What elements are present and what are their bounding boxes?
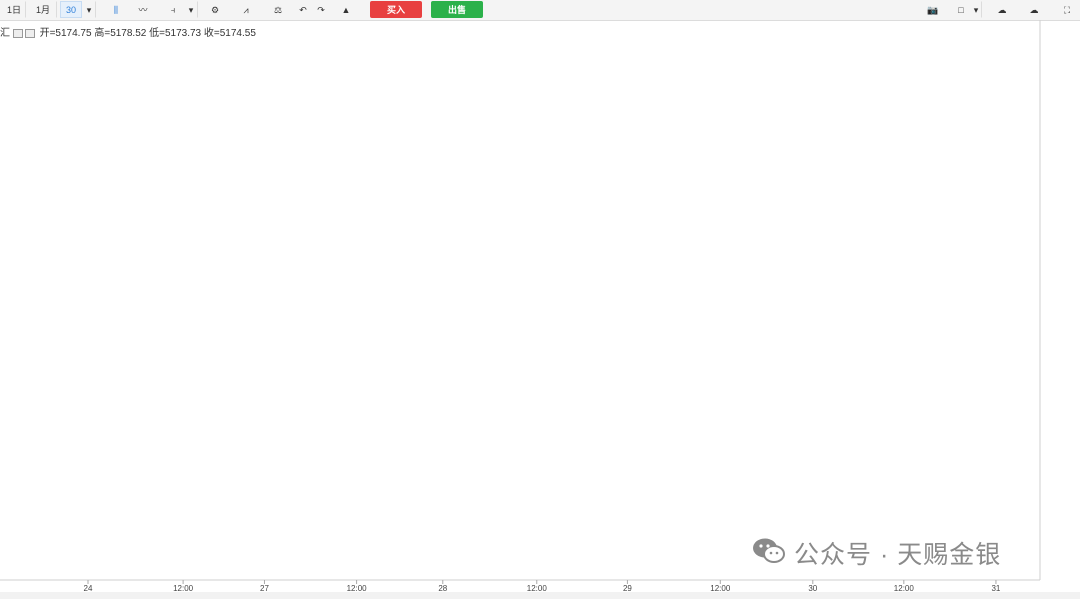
watermark-text: 公众号 · 天赐金银 [794,541,1002,569]
balance-icon[interactable]: ⚖ [268,1,288,18]
price-chart[interactable]: 2412:002712:002812:002912:003012:0031517… [0,20,1080,599]
x-tick-label: 12:00 [894,584,915,593]
compare-icon[interactable]: ⩘ [236,1,256,18]
buy-button[interactable]: 买入 [370,1,422,18]
interval-selector[interactable]: 30 [60,1,82,18]
alert-icon[interactable]: ▲ [337,1,355,18]
period-1d-button[interactable]: 1日 [2,1,26,18]
watermark: 公众号 · 天赐金银 [752,537,1001,573]
x-tick-label: 12:00 [347,584,368,593]
layout-dropdown-icon[interactable]: ▾ [970,1,982,18]
fullscreen-icon[interactable]: ⛶ [1058,1,1076,18]
cloud-download-icon[interactable]: ☁ [1022,1,1046,18]
layout-icon[interactable]: □ [952,1,970,18]
indicator-icon[interactable]: ⫞ [164,1,182,18]
x-tick-label: 12:00 [527,584,548,593]
settings-icon[interactable]: ⚙ [206,1,224,18]
wechat-icon [752,537,786,575]
x-tick-label: 29 [623,584,632,593]
x-tick-label: 24 [84,584,93,593]
camera-icon[interactable]: 📷 [923,1,943,18]
sell-button[interactable]: 出售 [431,1,483,18]
interval-dropdown-icon[interactable]: ▾ [82,1,96,18]
x-tick-label: 28 [438,584,447,593]
redo-icon[interactable]: ↷ [313,1,329,18]
period-1m-button[interactable]: 1月 [29,1,57,18]
cloud-upload-icon[interactable]: ☁ [990,1,1014,18]
x-tick-label: 12:00 [710,584,731,593]
undo-icon[interactable]: ↶ [295,1,311,18]
toolbar: 1日 1月 30 ▾ ⫼ 〰 ⫞ ▾ ⚙ ⩘ ⚖ ↶ ↷ ▲ 买入 出售 📷 □… [0,0,1080,21]
x-tick-label: 12:00 [173,584,194,593]
line-chart-icon[interactable]: 〰 [133,1,153,18]
x-tick-label: 30 [808,584,817,593]
x-tick-label: 31 [991,584,1000,593]
status-bar [0,592,1080,599]
x-tick-label: 27 [260,584,269,593]
candlestick-icon[interactable]: ⫼ [106,1,126,18]
indicator-dropdown-icon[interactable]: ▾ [184,1,198,18]
